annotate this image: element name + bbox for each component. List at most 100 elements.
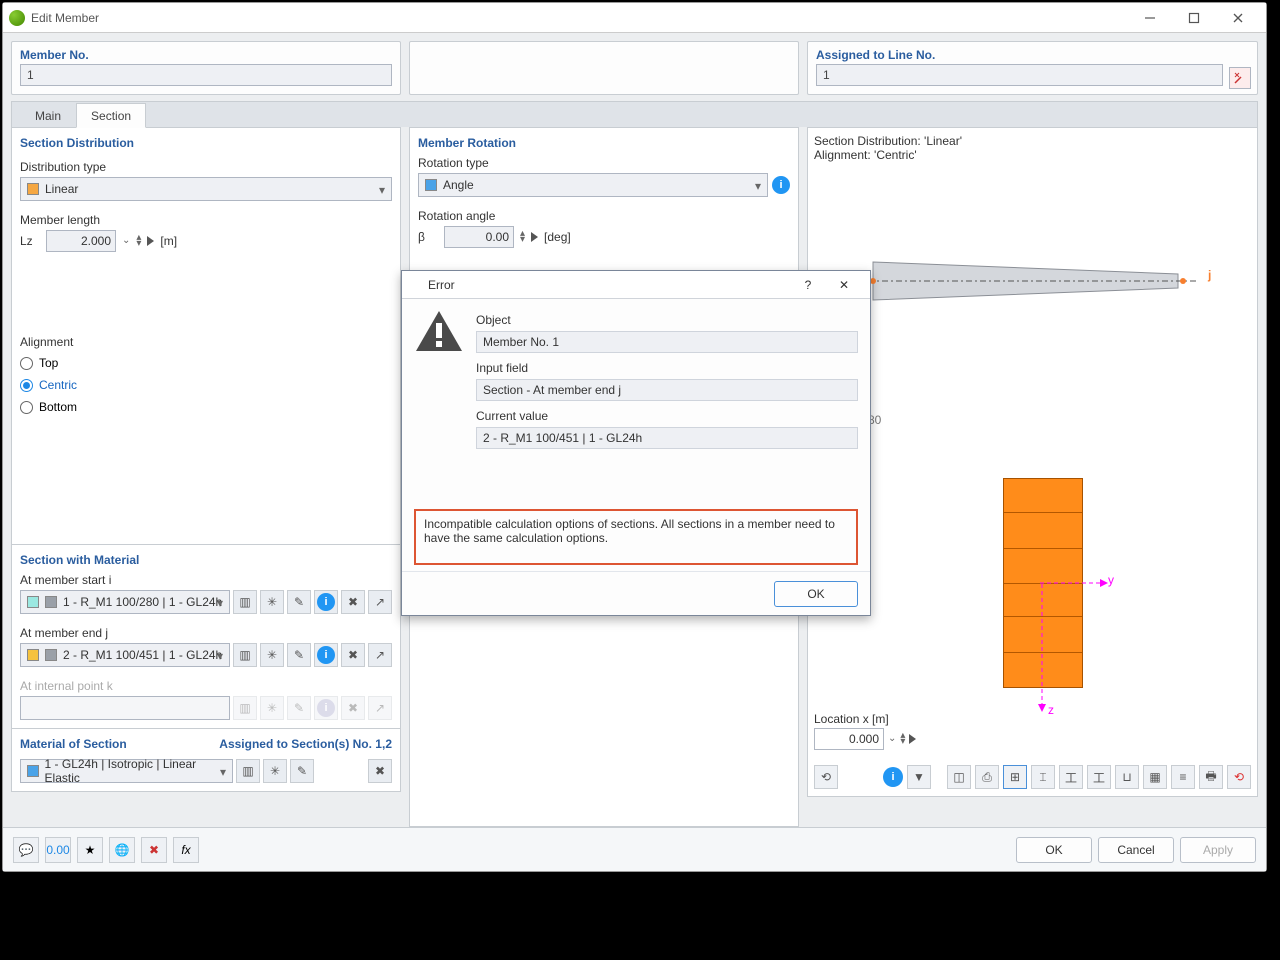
script-button[interactable]: 🌐 [109, 837, 135, 863]
minimize-button[interactable] [1128, 4, 1172, 32]
delete-button[interactable]: ✖ [341, 643, 365, 667]
member-start-i-label: At member start i [20, 573, 392, 587]
new-material-button[interactable]: ✳ [263, 759, 287, 783]
app-icon [9, 10, 25, 26]
toggle-3d-button[interactable]: ⟲ [814, 765, 838, 789]
section-i-select[interactable]: 1 - R_M1 100/280 | 1 - GL24h ▾ [20, 590, 230, 614]
member-no-panel: Member No. [11, 41, 401, 95]
library-button[interactable]: ▥ [236, 759, 260, 783]
blank-middle-panel [409, 41, 799, 95]
new-section-button: ✳ [260, 696, 284, 720]
internal-point-k-label: At internal point k [20, 679, 392, 693]
error-object-value: Member No. 1 [476, 331, 858, 353]
section-k-select [20, 696, 230, 720]
tab-section[interactable]: Section [76, 103, 146, 128]
info-icon: i [317, 699, 335, 717]
delete-button[interactable]: ✖ [341, 590, 365, 614]
titlebar: Edit Member [3, 3, 1266, 33]
help-button[interactable]: 💬 [13, 837, 39, 863]
pick-line-button[interactable] [1229, 67, 1251, 89]
chevron-down-icon[interactable]: ⌄ [888, 736, 896, 742]
library-button: ▥ [233, 696, 257, 720]
chevron-down-icon: ▾ [217, 649, 223, 663]
library-button[interactable]: ▥ [233, 590, 257, 614]
close-button[interactable] [1216, 4, 1260, 32]
apply-button[interactable]: Apply [1180, 837, 1256, 863]
error-footer: OK [402, 571, 870, 615]
section-j-select[interactable]: 2 - R_M1 100/451 | 1 - GL24h ▾ [20, 643, 230, 667]
error-titlebar: Error ? ✕ [402, 271, 870, 299]
section-j-value: 2 - R_M1 100/451 | 1 - GL24h [63, 648, 222, 662]
spinner-icon[interactable]: ▴▾ [520, 231, 525, 243]
info-button[interactable]: i [314, 590, 338, 614]
play-icon[interactable] [147, 236, 154, 246]
ok-button[interactable]: OK [1016, 837, 1092, 863]
tab-main[interactable]: Main [20, 103, 76, 128]
assigned-line-input[interactable] [816, 64, 1223, 86]
cancel-button[interactable]: Cancel [1098, 837, 1174, 863]
alignment-bottom[interactable]: Bottom [20, 396, 392, 418]
formula-button[interactable]: fx [173, 837, 199, 863]
spinner-icon[interactable]: ▴▾ [900, 733, 905, 745]
member-no-input[interactable] [20, 64, 392, 86]
rotation-angle-input[interactable] [444, 226, 514, 248]
reset-view-button[interactable]: ⟲ [1227, 765, 1251, 789]
tab-bar: Main Section [11, 101, 1258, 127]
pick-button[interactable]: ↗ [368, 590, 392, 614]
material-select[interactable]: 1 - GL24h | Isotropic | Linear Elastic ▾ [20, 759, 233, 783]
new-section-button[interactable]: ✳ [260, 643, 284, 667]
printer-button[interactable]: 🖶 [1199, 765, 1223, 789]
view-3-button[interactable]: 工 [1059, 765, 1083, 789]
angle-unit: [deg] [544, 230, 571, 244]
help-button[interactable]: ? [790, 273, 826, 297]
favorite-button[interactable]: ★ [77, 837, 103, 863]
z-axis-icon [1037, 584, 1047, 714]
close-button[interactable]: ✕ [826, 273, 862, 297]
preview-line1: Section Distribution: 'Linear' [814, 134, 1251, 148]
info-button[interactable]: i [772, 176, 790, 194]
grid-button[interactable]: ▦ [1143, 765, 1167, 789]
location-value[interactable]: 0.000 [814, 728, 884, 750]
pick-button[interactable]: ↗ [368, 643, 392, 667]
distribution-type-value: Linear [45, 182, 78, 196]
pick-button: ↗ [368, 696, 392, 720]
info-button[interactable]: i [883, 767, 903, 787]
print-button[interactable]: ⎙ [975, 765, 999, 789]
view-1-button[interactable]: ◫ [947, 765, 971, 789]
assigned-sections-label: Assigned to Section(s) No. 1,2 [219, 737, 392, 757]
maximize-button[interactable] [1172, 4, 1216, 32]
delete-button[interactable]: ✖ [368, 759, 392, 783]
alignment-top[interactable]: Top [20, 352, 392, 374]
radio-icon [20, 379, 33, 392]
info-button[interactable]: i [314, 643, 338, 667]
clear-button[interactable]: ✖ [141, 837, 167, 863]
edit-material-button[interactable]: ✎ [290, 759, 314, 783]
member-length-input[interactable] [46, 230, 116, 252]
units-button[interactable]: 0.00 [45, 837, 71, 863]
edit-section-button[interactable]: ✎ [287, 590, 311, 614]
view-5-button[interactable]: ⊔ [1115, 765, 1139, 789]
member-length-row: Lz ⌄ ▴▾ [m] [20, 230, 392, 252]
view-axes-button[interactable]: ⊞ [1003, 765, 1027, 789]
play-icon[interactable] [531, 232, 538, 242]
filter-button[interactable]: ▼ [907, 765, 931, 789]
assigned-line-panel: Assigned to Line No. [807, 41, 1258, 95]
play-icon[interactable] [909, 734, 916, 744]
list-button[interactable]: ≡ [1171, 765, 1195, 789]
library-button[interactable]: ▥ [233, 643, 257, 667]
view-4-button[interactable]: 工 [1087, 765, 1111, 789]
spinner-icon[interactable]: ▴▾ [136, 235, 141, 247]
error-ok-button[interactable]: OK [774, 581, 858, 607]
section-i-value: 1 - R_M1 100/280 | 1 - GL24h [63, 595, 222, 609]
distribution-type-select[interactable]: Linear ▾ [20, 177, 392, 201]
error-current-value: 2 - R_M1 100/451 | 1 - GL24h [476, 427, 858, 449]
chevron-down-icon[interactable]: ⌄ [122, 238, 130, 244]
edit-section-button[interactable]: ✎ [287, 643, 311, 667]
view-2-button[interactable]: ⌶ [1031, 765, 1055, 789]
new-section-button[interactable]: ✳ [260, 590, 284, 614]
alignment-centric[interactable]: Centric [20, 374, 392, 396]
preview-panel: Section Distribution: 'Linear' Alignment… [807, 127, 1258, 797]
swatch-icon [45, 649, 57, 661]
material-of-section-title: Material of Section [20, 737, 127, 751]
rotation-type-select[interactable]: Angle ▾ [418, 173, 768, 197]
